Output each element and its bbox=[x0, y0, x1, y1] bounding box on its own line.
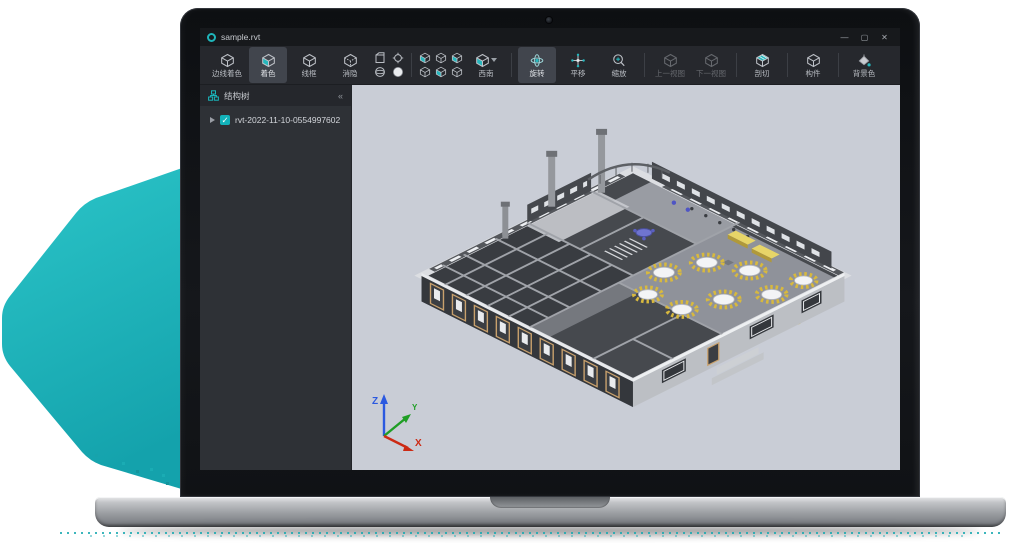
axis-triad: Z Y X bbox=[370, 390, 426, 452]
title-bar: sample.rvt — ▢ ✕ bbox=[200, 28, 900, 46]
view-front-icon[interactable] bbox=[435, 52, 447, 64]
orbit-rotate-icon bbox=[529, 53, 545, 68]
maximize-button[interactable]: ▢ bbox=[856, 30, 873, 44]
view-left-icon[interactable] bbox=[451, 52, 463, 64]
pan-tool-button[interactable]: 平移 bbox=[559, 47, 597, 83]
display-mode-shaded-button[interactable]: 着色 bbox=[249, 47, 287, 83]
zoom-magnifier-icon bbox=[611, 53, 627, 68]
component-cube-icon bbox=[806, 53, 821, 68]
axis-z-label: Z bbox=[372, 396, 378, 407]
minimize-button[interactable]: — bbox=[836, 30, 853, 44]
shaded-sphere-icon[interactable] bbox=[392, 66, 404, 78]
view-back-icon[interactable] bbox=[435, 66, 447, 78]
expand-caret-icon[interactable] bbox=[210, 117, 215, 123]
laptop-lid: sample.rvt — ▢ ✕ 边线着色 着色 bbox=[180, 8, 920, 497]
dropdown-caret-icon bbox=[491, 58, 497, 62]
3d-viewport[interactable]: Z Y X bbox=[352, 85, 900, 470]
view-bottom-icon[interactable] bbox=[419, 66, 431, 78]
structure-tree-panel: 结构树 « rvt-2022-11-10-0554997602 bbox=[200, 85, 352, 470]
rotate-tool-button[interactable]: 旋转 bbox=[518, 47, 556, 83]
webcam-icon bbox=[546, 17, 552, 23]
axis-x-label: X bbox=[415, 438, 422, 449]
section-cut-cube-icon bbox=[755, 53, 770, 68]
view-top-icon[interactable] bbox=[419, 52, 431, 64]
wire-sphere-icon[interactable] bbox=[374, 66, 386, 78]
view-cube-icon bbox=[475, 53, 490, 68]
paint-bucket-icon bbox=[856, 53, 872, 68]
close-button[interactable]: ✕ bbox=[876, 30, 893, 44]
hexagon-graphic bbox=[0, 158, 205, 503]
render-option-toggles bbox=[372, 52, 405, 78]
app-window: sample.rvt — ▢ ✕ 边线着色 着色 bbox=[200, 28, 900, 470]
toolbar: 边线着色 着色 线框 消隐 bbox=[200, 46, 900, 85]
collapse-panel-button[interactable]: « bbox=[338, 91, 343, 101]
pan-arrows-icon bbox=[570, 53, 586, 68]
toolbar-separator bbox=[736, 53, 737, 77]
next-view-button[interactable]: 下一视图 bbox=[692, 47, 730, 83]
cube-wireframe-icon bbox=[302, 53, 317, 68]
window-title: sample.rvt bbox=[221, 32, 260, 42]
cube-edges-shaded-icon bbox=[220, 53, 235, 68]
toolbar-separator bbox=[838, 53, 839, 77]
page: sample.rvt — ▢ ✕ 边线着色 着色 bbox=[0, 0, 1009, 543]
toolbar-separator bbox=[644, 53, 645, 77]
laptop-lid-notch bbox=[490, 497, 610, 508]
display-mode-hidden-line-button[interactable]: 消隐 bbox=[331, 47, 369, 83]
bim-model bbox=[352, 85, 900, 470]
hexagon-dissolve-dots bbox=[150, 468, 153, 471]
prev-view-cube-icon bbox=[663, 53, 678, 68]
toolbar-separator bbox=[787, 53, 788, 77]
structure-tree-header: 结构树 « bbox=[200, 85, 351, 106]
axis-y-label: Y bbox=[412, 403, 418, 412]
teal-dotted-line bbox=[60, 532, 1005, 534]
cube-shaded-icon bbox=[261, 53, 276, 68]
reset-view-button[interactable]: 复位 bbox=[889, 47, 900, 83]
standard-view-grid bbox=[418, 52, 464, 78]
ortho-view-icon[interactable] bbox=[374, 52, 386, 64]
tree-item-model-root[interactable]: rvt-2022-11-10-0554997602 bbox=[200, 106, 351, 125]
background-color-button[interactable]: 背景色 bbox=[845, 47, 883, 83]
display-mode-edges-shaded-button[interactable]: 边线着色 bbox=[208, 47, 246, 83]
section-cut-button[interactable]: 剖切 bbox=[743, 47, 781, 83]
view-right-icon[interactable] bbox=[451, 66, 463, 78]
next-view-cube-icon bbox=[704, 53, 719, 68]
cube-hidden-line-icon bbox=[343, 53, 358, 68]
component-button[interactable]: 构件 bbox=[794, 47, 832, 83]
toolbar-separator bbox=[411, 53, 412, 77]
tree-item-label: rvt-2022-11-10-0554997602 bbox=[235, 115, 340, 125]
view-southwest-button[interactable]: 西南 bbox=[467, 47, 505, 83]
visibility-checkbox[interactable] bbox=[220, 115, 230, 125]
perspective-target-icon[interactable] bbox=[392, 52, 404, 64]
structure-tree-title: 结构树 bbox=[224, 90, 250, 102]
previous-view-button[interactable]: 上一视图 bbox=[651, 47, 689, 83]
display-mode-wireframe-button[interactable]: 线框 bbox=[290, 47, 328, 83]
app-logo-icon bbox=[207, 33, 216, 42]
toolbar-separator bbox=[511, 53, 512, 77]
teal-dotted-line-secondary bbox=[90, 535, 970, 537]
zoom-tool-button[interactable]: 缩放 bbox=[600, 47, 638, 83]
tree-icon bbox=[208, 90, 219, 101]
laptop-base bbox=[95, 497, 1006, 527]
